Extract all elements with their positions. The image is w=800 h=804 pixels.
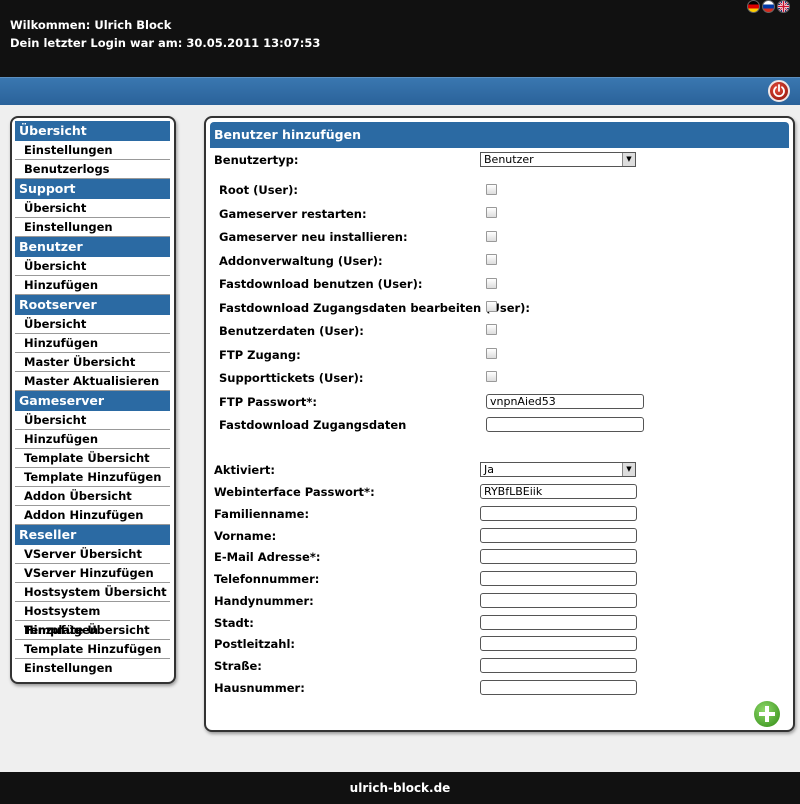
fastdl-credentials-label: Fastdownload Zugangsdaten [219, 418, 407, 432]
sidebar-section-reseller[interactable]: Reseller [15, 525, 170, 545]
sidebar-item-template-hinzufuegen[interactable]: Template Hinzufügen [15, 468, 170, 487]
usertype-select[interactable]: Benutzer ▼ [480, 152, 636, 167]
language-flags [747, 0, 790, 13]
sidebar: Übersicht Einstellungen Benutzerlogs Sup… [10, 116, 176, 684]
city-label: Stadt: [214, 616, 254, 630]
welcome-text: Wilkommen: Ulrich Block [10, 18, 172, 32]
zip-input[interactable] [480, 636, 637, 651]
perm-checkbox-ftp[interactable] [486, 348, 497, 359]
lastname-label: Familienname: [214, 507, 310, 521]
sidebar-item-reseller-einstellungen[interactable]: Einstellungen [15, 659, 170, 678]
flag-ru-icon[interactable] [762, 0, 775, 13]
email-label: E-Mail Adresse*: [214, 550, 321, 564]
sidebar-item-template-uebersicht[interactable]: Template Übersicht [15, 449, 170, 468]
sidebar-item-vserver-hinzufuegen[interactable]: VServer Hinzufügen [15, 564, 170, 583]
perm-checkbox-fastdl-edit[interactable] [486, 301, 497, 312]
sidebar-item-reseller-template-hinzufuegen[interactable]: Template Hinzufügen [15, 640, 170, 659]
welcome-block: Wilkommen: Ulrich Block Dein letzter Log… [10, 16, 320, 52]
add-icon[interactable] [754, 701, 780, 727]
phone-input[interactable] [480, 571, 637, 586]
perm-checkbox-support[interactable] [486, 371, 497, 382]
active-value: Ja [484, 463, 494, 476]
perm-label-root: Root (User): [219, 183, 298, 197]
housenumber-label: Hausnummer: [214, 681, 305, 695]
lastname-input[interactable] [480, 506, 637, 521]
sidebar-section-support[interactable]: Support [15, 179, 170, 199]
top-bar: Wilkommen: Ulrich Block Dein letzter Log… [0, 0, 800, 77]
sidebar-item-benutzer-uebersicht[interactable]: Übersicht [15, 257, 170, 276]
sidebar-item-hostsystem-uebersicht[interactable]: Hostsystem Übersicht [15, 583, 170, 602]
sidebar-item-addon-hinzufuegen[interactable]: Addon Hinzufügen [15, 506, 170, 525]
usertype-value: Benutzer [484, 153, 534, 166]
last-login-text: Dein letzter Login war am: 30.05.2011 13… [10, 36, 321, 50]
perm-label-fastdl-edit: Fastdownload Zugangsdaten bearbeiten (Us… [219, 301, 531, 315]
perm-checkbox-userdata[interactable] [486, 324, 497, 335]
form-title: Benutzer hinzufügen [210, 122, 789, 148]
perm-checkbox-restart[interactable] [486, 207, 497, 218]
sidebar-item-master-aktualisieren[interactable]: Master Aktualisieren [15, 372, 170, 391]
perm-checkbox-root[interactable] [486, 184, 497, 195]
sidebar-section-rootserver[interactable]: Rootserver [15, 295, 170, 315]
active-label: Aktiviert: [214, 463, 275, 477]
firstname-label: Vorname: [214, 529, 277, 543]
email-input[interactable] [480, 549, 637, 564]
street-input[interactable] [480, 658, 637, 673]
power-icon[interactable] [768, 80, 790, 102]
sidebar-item-hostsystem-hinzufuegen[interactable]: Hostsystem Hinzufügen [15, 602, 170, 637]
perm-checkbox-reinstall[interactable] [486, 231, 497, 242]
sidebar-item-addon-uebersicht[interactable]: Addon Übersicht [15, 487, 170, 506]
perm-label-fastdl: Fastdownload benutzen (User): [219, 277, 423, 291]
sidebar-item-vserver-uebersicht[interactable]: VServer Übersicht [15, 545, 170, 564]
web-password-input[interactable] [480, 484, 637, 499]
perm-checkbox-addon[interactable] [486, 254, 497, 265]
sidebar-item-benutzerlogs[interactable]: Benutzerlogs [15, 160, 170, 179]
sidebar-section-uebersicht[interactable]: Übersicht [15, 121, 170, 141]
perm-label-support: Supporttickets (User): [219, 371, 364, 385]
web-password-label: Webinterface Passwort*: [214, 485, 375, 499]
sidebar-item-rootserver-hinzufuegen[interactable]: Hinzufügen [15, 334, 170, 353]
sidebar-item-support-uebersicht[interactable]: Übersicht [15, 199, 170, 218]
active-select[interactable]: Ja ▼ [480, 462, 636, 477]
flag-gb-icon[interactable] [777, 0, 790, 13]
mobile-input[interactable] [480, 593, 637, 608]
zip-label: Postleitzahl: [214, 637, 296, 651]
footer-text: ulrich-block.de [349, 781, 451, 795]
mobile-label: Handynummer: [214, 594, 314, 608]
footer: ulrich-block.de [0, 772, 800, 804]
flag-de-icon[interactable] [747, 0, 760, 13]
sidebar-item-gameserver-uebersicht[interactable]: Übersicht [15, 411, 170, 430]
perm-label-addon: Addonverwaltung (User): [219, 254, 383, 268]
sidebar-section-benutzer[interactable]: Benutzer [15, 237, 170, 257]
ftp-password-input[interactable] [486, 394, 644, 409]
sidebar-item-gameserver-hinzufuegen[interactable]: Hinzufügen [15, 430, 170, 449]
firstname-input[interactable] [480, 528, 637, 543]
perm-label-ftp: FTP Zugang: [219, 348, 301, 362]
perm-label-reinstall: Gameserver neu installieren: [219, 230, 408, 244]
sidebar-item-benutzer-hinzufuegen[interactable]: Hinzufügen [15, 276, 170, 295]
perm-label-restart: Gameserver restarten: [219, 207, 367, 221]
main-panel: Benutzer hinzufügen Benutzertyp: Benutze… [204, 116, 795, 732]
sidebar-item-support-einstellungen[interactable]: Einstellungen [15, 218, 170, 237]
housenumber-input[interactable] [480, 680, 637, 695]
chevron-down-icon: ▼ [622, 153, 635, 166]
perm-checkbox-fastdl[interactable] [486, 278, 497, 289]
ftp-password-label: FTP Passwort*: [219, 395, 318, 409]
sidebar-section-gameserver[interactable]: Gameserver [15, 391, 170, 411]
sidebar-item-master-uebersicht[interactable]: Master Übersicht [15, 353, 170, 372]
sidebar-item-einstellungen[interactable]: Einstellungen [15, 141, 170, 160]
street-label: Straße: [214, 659, 262, 673]
city-input[interactable] [480, 615, 637, 630]
sidebar-item-rootserver-uebersicht[interactable]: Übersicht [15, 315, 170, 334]
nav-bar [0, 77, 800, 105]
sidebar-item-reseller-template-uebersicht[interactable]: Template Übersicht [15, 621, 170, 640]
chevron-down-icon: ▼ [622, 463, 635, 476]
usertype-label: Benutzertyp: [214, 153, 299, 167]
fastdl-credentials-input[interactable] [486, 417, 644, 432]
phone-label: Telefonnummer: [214, 572, 320, 586]
perm-label-userdata: Benutzerdaten (User): [219, 324, 364, 338]
